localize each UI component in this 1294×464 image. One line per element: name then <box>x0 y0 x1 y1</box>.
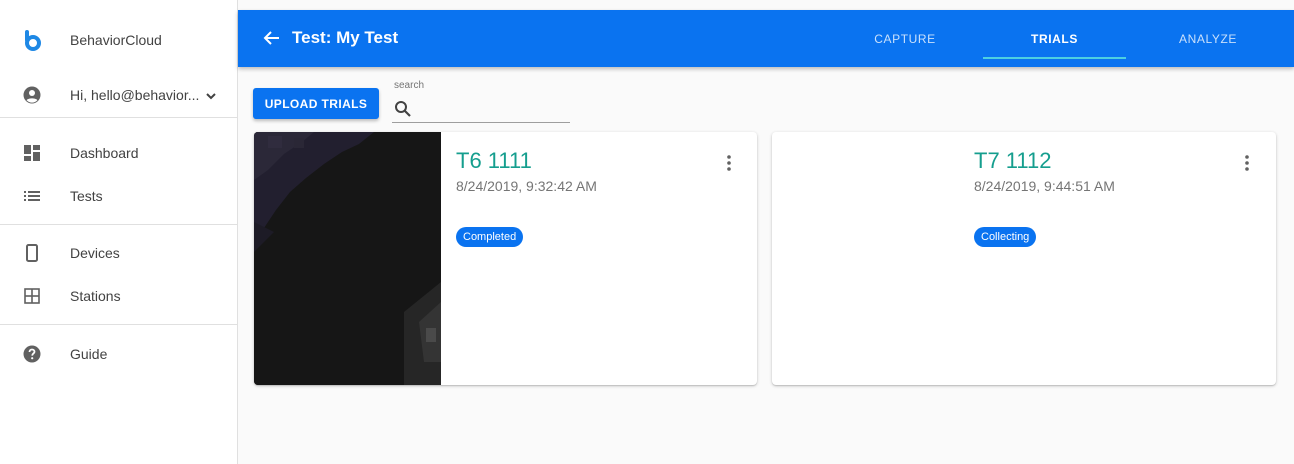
sidebar-item-label: Devices <box>70 245 120 261</box>
sidebar-item-label: Stations <box>70 288 121 304</box>
user-menu[interactable]: Hi, hello@behavior... <box>0 75 237 115</box>
sidebar-item-dashboard[interactable]: Dashboard <box>0 133 237 173</box>
trial-date: 8/24/2019, 9:44:51 AM <box>974 178 1115 194</box>
sidebar-divider <box>0 224 237 225</box>
trial-date: 8/24/2019, 9:32:42 AM <box>456 178 597 194</box>
trial-card[interactable]: T7 1112 8/24/2019, 9:44:51 AM Collecting <box>772 132 1276 385</box>
account-circle-icon <box>22 85 42 105</box>
more-vert-icon[interactable] <box>1242 152 1252 174</box>
status-badge: Completed <box>456 227 524 247</box>
sidebar-item-devices[interactable]: Devices <box>0 233 237 273</box>
status-badge: Collecting <box>974 227 1037 247</box>
trial-name[interactable]: T7 1112 <box>974 148 1051 174</box>
trial-name[interactable]: T6 1111 <box>456 148 532 174</box>
tab-capture[interactable]: CAPTURE <box>850 10 960 67</box>
grid-icon <box>22 286 42 306</box>
help-icon <box>22 344 42 364</box>
trial-card[interactable]: T6 1111 8/24/2019, 9:32:42 AM Completed <box>254 132 757 385</box>
behaviorcloud-logo-icon <box>22 30 42 51</box>
user-greeting: Hi, hello@behavior... <box>70 87 200 103</box>
sidebar-item-label: Tests <box>70 188 103 204</box>
search-input[interactable] <box>418 98 568 120</box>
list-icon <box>22 186 42 206</box>
trial-thumbnail <box>254 132 441 385</box>
search-icon <box>394 100 412 118</box>
search-underline <box>392 122 570 123</box>
sidebar-item-guide[interactable]: Guide <box>0 334 237 374</box>
sidebar-item-label: Guide <box>70 346 108 362</box>
active-tab-indicator <box>983 57 1126 59</box>
arrow-back-icon[interactable] <box>262 28 282 48</box>
brand-name: BehaviorCloud <box>70 32 162 48</box>
sidebar-divider <box>0 324 237 325</box>
search-label: search <box>394 80 425 91</box>
page-title: Test: My Test <box>292 28 399 47</box>
chevron-down-icon <box>205 89 217 101</box>
sidebar-item-label: Dashboard <box>70 145 139 161</box>
upload-trials-button[interactable]: UPLOAD TRIALS <box>253 88 379 119</box>
top-app-bar: Test: My Test CAPTURE TRIALS ANALYZE <box>238 10 1294 67</box>
more-vert-icon[interactable] <box>724 152 734 174</box>
tab-analyze[interactable]: ANALYZE <box>1148 10 1268 67</box>
sidebar: BehaviorCloud Hi, hello@behavior... Dash… <box>0 0 238 464</box>
brand-row[interactable]: BehaviorCloud <box>0 20 237 60</box>
dashboard-icon <box>22 143 42 163</box>
sidebar-item-tests[interactable]: Tests <box>0 176 237 216</box>
sidebar-item-stations[interactable]: Stations <box>0 276 237 316</box>
phone-icon <box>22 243 42 263</box>
search-field: search <box>392 80 570 124</box>
app-root: BehaviorCloud Hi, hello@behavior... Dash… <box>0 0 1294 464</box>
sidebar-divider <box>0 117 237 118</box>
